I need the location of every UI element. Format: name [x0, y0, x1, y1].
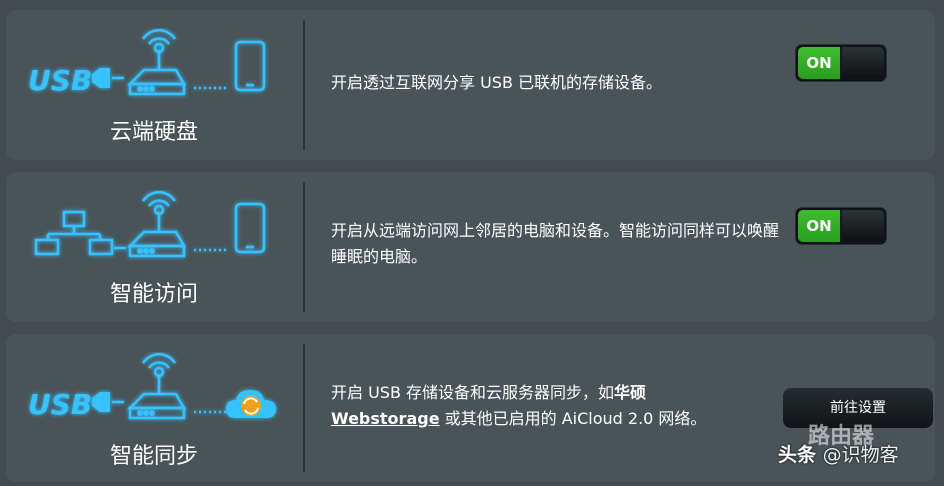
- toggle-on-label: ON: [798, 210, 840, 242]
- usb-icon: USB: [28, 388, 124, 421]
- description-text: 开启 USB 存储设备和云服务器同步，如: [331, 383, 615, 402]
- cloud-sync-icon: [226, 390, 276, 418]
- toggle-on-label: ON: [798, 47, 840, 79]
- feature-name: 智能访问: [109, 282, 198, 307]
- smart-access-graphic: [34, 191, 266, 258]
- cloud-disk-toggle[interactable]: ON: [796, 45, 886, 81]
- cloud-disk-graphic: USB: [28, 29, 266, 97]
- watermark-handle: @识物客: [822, 444, 899, 466]
- usb-icon: USB: [28, 64, 124, 97]
- feature-description: 开启从远端访问网上邻居的电脑和设备。智能访问同样可以唤醒睡眠的电脑。: [331, 221, 780, 266]
- watermark: 头条 @识物客: [778, 440, 899, 467]
- cloud-disk-panel: USB 云端硬盘 开启透过互联网分享 USB 已联机的存储设备。 ON: [6, 10, 935, 160]
- smart-access-toggle[interactable]: ON: [796, 208, 886, 244]
- router-icon: [126, 29, 187, 96]
- phone-icon: [234, 202, 266, 254]
- feature-description: 开启 USB 存储设备和云服务器同步，如华硕 Webstorage 或其他已启用的…: [331, 380, 771, 432]
- feature-name: 云端硬盘: [109, 120, 198, 145]
- network-computers-icon: [34, 210, 126, 256]
- router-icon: [126, 353, 187, 420]
- divider: [303, 344, 305, 472]
- brand-link[interactable]: 华硕: [614, 383, 646, 402]
- divider: [303, 182, 305, 312]
- feature-name: 智能同步: [109, 444, 198, 469]
- watermark-brand: 头条: [778, 444, 817, 466]
- description-text: 或其他已启用的 AiCloud 2.0 网络。: [439, 409, 707, 428]
- toggle-knob: [842, 47, 884, 79]
- divider: [303, 20, 305, 150]
- feature-description: 开启透过互联网分享 USB 已联机的存储设备。: [331, 73, 663, 92]
- svg-text:USB: USB: [28, 64, 92, 97]
- smart-access-panel: 智能访问 开启从远端访问网上邻居的电脑和设备。智能访问同样可以唤醒睡眠的电脑。 …: [6, 172, 935, 322]
- svg-text:USB: USB: [28, 388, 92, 421]
- webstorage-link[interactable]: Webstorage: [331, 409, 440, 428]
- smart-sync-graphic: USB: [28, 353, 276, 421]
- router-icon: [126, 191, 187, 258]
- phone-icon: [234, 40, 266, 92]
- toggle-knob: [842, 210, 884, 242]
